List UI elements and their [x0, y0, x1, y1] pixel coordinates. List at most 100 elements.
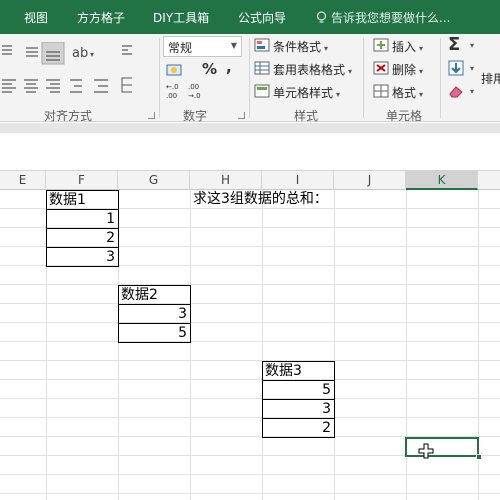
format-cells-icon: [373, 84, 389, 98]
insert-button[interactable]: 插入 ▾: [392, 38, 423, 55]
grid-row-line: [0, 322, 500, 323]
chevron-down-icon: ▾: [419, 90, 424, 99]
table-format-button[interactable]: 套用表格格式 ▾: [273, 61, 352, 78]
delete-button[interactable]: 删除 ▾: [392, 61, 423, 78]
number-dialog-launcher[interactable]: [238, 112, 245, 119]
chevron-down-icon: ▾: [470, 87, 475, 96]
cell-g-value-2[interactable]: 5: [118, 323, 191, 343]
cell-f-value-1[interactable]: 1: [46, 209, 119, 229]
grid-row-line: [0, 341, 500, 342]
cell-g-value-1[interactable]: 3: [118, 304, 191, 324]
conditional-format-label: 条件格式: [273, 40, 322, 54]
column-header-j[interactable]: J: [334, 171, 406, 190]
grid-row-line: [0, 474, 500, 475]
decimal-adjust-icons[interactable]: ←.0 .00 .00 →.0: [166, 81, 212, 101]
tab-view[interactable]: 视图: [24, 9, 48, 26]
group-label-alignment: 对齐方式: [44, 109, 93, 123]
column-header-f[interactable]: F: [46, 171, 118, 190]
alignment-dialog-launcher[interactable]: [148, 112, 155, 119]
ribbon-divider: [363, 38, 364, 118]
grid-row-line: [0, 360, 500, 361]
table-format-icon: [254, 61, 270, 75]
insert-label: 插入: [392, 40, 417, 54]
grid-row-line: [0, 417, 500, 418]
number-format-value: 常规: [168, 41, 193, 55]
group-label-number: 数字: [183, 109, 208, 123]
grid-row-line: [0, 303, 500, 304]
cell-f-value-3[interactable]: 3: [46, 247, 119, 267]
svg-text:ab: ab: [72, 46, 88, 61]
svg-text:→.0: →.0: [188, 92, 201, 100]
ribbon-divider: [159, 38, 160, 118]
column-header-k[interactable]: K: [406, 171, 478, 190]
formula-area: [0, 133, 500, 171]
sort-filter-button[interactable]: 排用: [481, 70, 500, 87]
svg-text:←.0: ←.0: [166, 83, 179, 91]
grid-row-line: [0, 398, 500, 399]
tab-formula-wizard[interactable]: 公式向导: [238, 9, 286, 26]
ribbon-home: ab ▾ 对齐方式 常规 ▼ % , ←.0 .00 .00 →.0 数字 条件…: [0, 34, 500, 123]
autosum-icon[interactable]: Σ: [448, 34, 460, 55]
grid-row-line: [0, 284, 500, 285]
cell-i-header[interactable]: 数据3: [262, 361, 335, 381]
ribbon-divider: [249, 38, 250, 118]
ribbon-divider: [440, 38, 441, 118]
format-button[interactable]: 格式 ▾: [392, 84, 423, 101]
svg-text:.00: .00: [188, 83, 199, 91]
cell-styles-button[interactable]: 单元格样式 ▾: [273, 84, 340, 101]
tell-me-search[interactable]: 告诉我您想要做什么...: [316, 9, 450, 26]
spreadsheet-grid[interactable]: 数据1 1 2 3 求这3组数据的总和： 数据2 3 5 数据3 5 3 2: [0, 190, 500, 500]
svg-text:▾: ▾: [90, 50, 94, 59]
tab-diy-toolbox[interactable]: DIY工具箱: [153, 9, 209, 26]
comma-style-icon[interactable]: ,: [226, 58, 232, 76]
column-header-e[interactable]: E: [0, 171, 46, 190]
format-label: 格式: [392, 86, 417, 100]
clear-eraser-icon[interactable]: [448, 84, 464, 98]
insert-cells-icon: [373, 38, 389, 52]
active-cell-selection[interactable]: [405, 437, 479, 457]
column-header-i[interactable]: I: [262, 171, 334, 190]
tell-me-text: 告诉我您想要做什么...: [331, 11, 451, 25]
chevron-down-icon: ▼: [230, 41, 237, 50]
chevron-down-icon: ▾: [324, 44, 329, 53]
cell-f-value-2[interactable]: 2: [46, 228, 119, 248]
cell-cursor-icon: [418, 443, 434, 459]
conditional-format-icon: [254, 38, 270, 52]
column-header-h[interactable]: H: [190, 171, 262, 190]
chevron-down-icon: ▾: [470, 64, 475, 73]
excel-window: 视图 方方格子 DIY工具箱 公式向导 告诉我您想要做什么... ab ▾ 对齐…: [0, 0, 500, 500]
cell-instruction[interactable]: 求这3组数据的总和：: [193, 190, 328, 208]
chevron-down-icon: ▾: [336, 90, 341, 99]
cell-g-header[interactable]: 数据2: [118, 285, 191, 305]
column-header-bar: E F G H I J K: [0, 171, 500, 190]
grid-row-line: [0, 493, 500, 494]
cell-styles-label: 单元格样式: [273, 86, 334, 100]
cell-styles-icon: [254, 84, 270, 98]
delete-label: 删除: [392, 63, 417, 77]
currency-icon[interactable]: [166, 62, 188, 78]
grid-column-line: [262, 190, 263, 500]
number-format-select[interactable]: 常规 ▼: [163, 36, 242, 57]
table-format-label: 套用表格格式: [273, 63, 346, 77]
delete-cells-icon: [373, 61, 389, 75]
tab-ffgz[interactable]: 方方格子: [77, 9, 125, 26]
cell-i-value-3[interactable]: 2: [262, 418, 335, 438]
percent-icon[interactable]: %: [202, 60, 217, 78]
chevron-down-icon: ▾: [419, 67, 424, 76]
chevron-down-icon: ▾: [348, 67, 353, 76]
cell-i-value-1[interactable]: 5: [262, 380, 335, 400]
conditional-format-button[interactable]: 条件格式 ▾: [273, 38, 328, 55]
cell-i-value-2[interactable]: 3: [262, 399, 335, 419]
grid-row-line: [0, 379, 500, 380]
chevron-down-icon: ▾: [419, 44, 424, 53]
alignment-icons: ab ▾: [2, 42, 132, 93]
grid-column-line: [334, 190, 335, 500]
group-label-styles: 样式: [294, 109, 319, 123]
fill-down-icon[interactable]: [448, 60, 464, 76]
grid-column-line: [190, 190, 191, 500]
cell-f-header[interactable]: 数据1: [46, 190, 119, 210]
ribbon-tab-bar: 视图 方方格子 DIY工具箱 公式向导 告诉我您想要做什么...: [0, 0, 500, 34]
svg-text:.00: .00: [166, 92, 177, 100]
fill-handle[interactable]: [476, 454, 482, 460]
column-header-g[interactable]: G: [118, 171, 190, 190]
